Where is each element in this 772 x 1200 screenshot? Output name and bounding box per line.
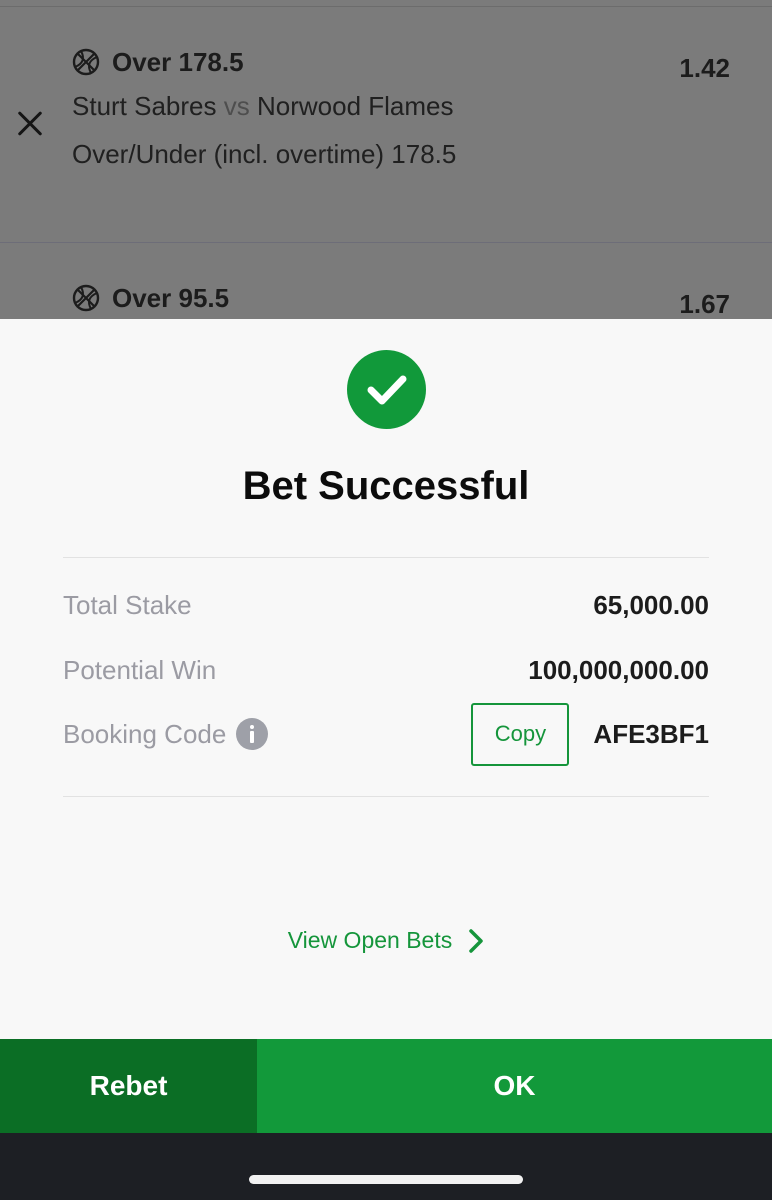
- selection-title: Over 178.5: [112, 46, 244, 77]
- home-indicator-area: [0, 1133, 772, 1200]
- selection-odds: 1.67: [679, 289, 730, 319]
- selection-item: Over 178.5 1.42 Sturt Sabres vs Norwood …: [72, 45, 742, 171]
- divider: [63, 796, 709, 797]
- home-indicator[interactable]: [249, 1175, 523, 1184]
- selection-title: Over 95.5: [112, 282, 230, 313]
- view-open-bets-link[interactable]: View Open Bets: [0, 927, 772, 954]
- copy-button[interactable]: Copy: [471, 702, 570, 766]
- checkmark-circle-icon: [347, 350, 426, 429]
- divider: [0, 242, 772, 243]
- selection-market: Over/Under (incl. overtime) 178.5: [72, 139, 457, 169]
- selection-match: Sturt Sabres vs Norwood Flames: [72, 91, 742, 123]
- rebet-button[interactable]: Rebet: [0, 1039, 257, 1133]
- selection-odds: 1.42: [679, 53, 730, 83]
- booking-code-label: Booking Code: [63, 718, 227, 749]
- away-team: Norwood Flames: [256, 91, 454, 121]
- booking-code-group: Copy AFE3BF1: [471, 702, 709, 766]
- modal-title: Bet Successful: [242, 464, 530, 508]
- selection-item: Over 95.5 1.67: [72, 281, 742, 319]
- close-icon[interactable]: [12, 106, 48, 142]
- booking-code-row: Booking Code Copy AFE3BF1: [63, 702, 709, 766]
- basketball-icon: [72, 284, 100, 312]
- total-stake-label: Total Stake: [63, 589, 192, 620]
- divider: [63, 557, 709, 558]
- divider: [0, 6, 772, 7]
- chevron-right-icon: [469, 928, 483, 953]
- info-icon[interactable]: [236, 718, 269, 750]
- potential-win-label: Potential Win: [63, 654, 217, 685]
- vs-label: vs: [223, 91, 250, 121]
- basketball-icon: [72, 48, 100, 76]
- bet-success-sheet: Bet Successful Total Stake 65,000.00 Pot…: [0, 319, 772, 1039]
- booking-code-label-wrap: Booking Code: [63, 718, 269, 750]
- potential-win-value: 100,000,000.00: [528, 654, 709, 685]
- total-stake-value: 65,000.00: [593, 589, 709, 620]
- total-stake-row: Total Stake 65,000.00: [63, 585, 709, 625]
- booking-code-value: AFE3BF1: [593, 718, 709, 749]
- action-bar: Rebet OK: [0, 1039, 772, 1133]
- view-open-bets-label: View Open Bets: [287, 927, 453, 953]
- ok-button[interactable]: OK: [257, 1039, 772, 1133]
- home-team: Sturt Sabres: [72, 91, 217, 121]
- potential-win-row: Potential Win 100,000,000.00: [63, 650, 709, 690]
- bet-slip-background: Over 178.5 1.42 Sturt Sabres vs Norwood …: [0, 0, 772, 320]
